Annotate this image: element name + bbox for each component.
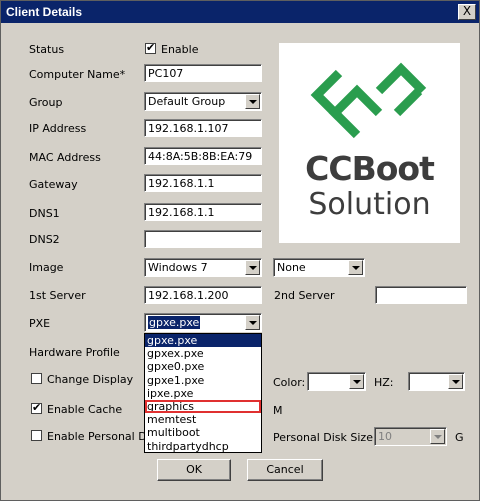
pxe-option[interactable]: memtest (145, 413, 261, 426)
title-bar[interactable]: Client Details X (1, 1, 479, 23)
pxe-option[interactable]: graphics (145, 399, 261, 414)
cache-unit-label: M (273, 404, 283, 417)
chevron-down-icon[interactable] (349, 374, 364, 389)
cancel-button[interactable]: Cancel (247, 459, 323, 481)
computer-name-label: Computer Name* (29, 68, 126, 81)
personal-disk-size-select[interactable]: 10 (374, 427, 447, 446)
ip-address-input[interactable]: 192.168.1.107 (144, 119, 262, 137)
second-server-label: 2nd Server (274, 289, 335, 302)
enable-personal-disk-checkbox[interactable] (31, 430, 42, 441)
personal-disk-unit-label: G (455, 431, 464, 444)
pxe-dropdown-list[interactable]: gpxe.pxe gpxex.pxe gpxe0.pxe gpxe1.pxe ipxe.… (144, 333, 262, 453)
first-server-input[interactable]: 192.168.1.200 (144, 286, 262, 304)
pxe-option[interactable]: gpxe.pxe (145, 334, 261, 348)
dns2-input[interactable] (144, 230, 262, 248)
change-display-label: Change Display (47, 373, 134, 386)
group-label: Group (29, 96, 63, 109)
gateway-input[interactable]: 192.168.1.1 (144, 174, 262, 192)
hz-select[interactable] (408, 372, 465, 391)
close-icon: X (462, 4, 472, 18)
group-select[interactable]: Default Group (144, 92, 262, 111)
pxe-option[interactable]: ipxe.pxe (145, 387, 261, 400)
chevron-down-icon[interactable] (448, 374, 463, 389)
client-details-dialog: Client Details X Status Computer Name* G… (0, 0, 480, 501)
image-label: Image (29, 261, 64, 274)
enable-cache-checkbox[interactable] (31, 401, 42, 414)
status-label: Status (29, 43, 65, 56)
chevron-down-icon[interactable] (245, 260, 260, 275)
mac-address-label: MAC Address (29, 151, 101, 164)
chevron-down-icon[interactable] (430, 429, 445, 444)
chevron-down-icon[interactable] (348, 260, 363, 275)
group-value: Default Group (148, 95, 226, 108)
second-server-input[interactable] (375, 286, 467, 304)
change-display-checkbox[interactable] (31, 373, 42, 384)
image-value: Windows 7 (148, 261, 208, 274)
hardware-profile-label: Hardware Profile (29, 346, 120, 359)
pxe-option[interactable]: multiboot (145, 426, 261, 439)
chevron-down-icon[interactable] (245, 94, 260, 109)
pxe-option[interactable]: gpxe1.pxe (145, 374, 261, 387)
dialog-title: Client Details (6, 5, 83, 19)
hz-label: HZ: (374, 376, 394, 389)
color-label: Color: (273, 376, 306, 389)
image-select[interactable]: Windows 7 (144, 258, 262, 277)
ccboot-logo-mark (310, 62, 427, 139)
mac-address-input[interactable]: 44:8A:5B:8B:EA:79 (144, 147, 262, 165)
pxe-option[interactable]: gpxe0.pxe (145, 360, 261, 373)
ccboot-logo: CCBoot Solution (279, 43, 460, 243)
enable-personal-disk-label: Enable Personal Disk (47, 430, 144, 443)
pxe-select[interactable]: gpxe.pxe (144, 313, 262, 332)
logo-text-solution: Solution (308, 187, 431, 222)
color-select[interactable] (307, 372, 366, 391)
logo-text-ccboot: CCBoot (305, 149, 435, 188)
personal-disk-size-label: Personal Disk Size (273, 431, 373, 444)
status-enable-label: Enable (161, 43, 199, 56)
pxe-option[interactable]: gpxex.pxe (145, 347, 261, 360)
dns1-input[interactable]: 192.168.1.1 (144, 203, 262, 221)
pxe-value: gpxe.pxe (148, 316, 201, 329)
image2-select[interactable]: None (273, 258, 365, 277)
pxe-label: PXE (29, 317, 51, 330)
first-server-label: 1st Server (29, 289, 86, 302)
enable-cache-label: Enable Cache (47, 403, 123, 416)
ip-address-label: IP Address (29, 122, 87, 135)
dns1-label: DNS1 (29, 207, 60, 220)
close-button[interactable]: X (458, 4, 476, 20)
status-enable-checkbox[interactable] (145, 41, 156, 54)
chevron-down-icon[interactable] (245, 315, 260, 330)
image2-value: None (277, 261, 306, 274)
gateway-label: Gateway (29, 178, 78, 191)
computer-name-input[interactable]: PC107 (144, 64, 262, 82)
dns2-label: DNS2 (29, 233, 60, 246)
pxe-option[interactable]: thirdpartydhcp (145, 440, 261, 453)
ok-button[interactable]: OK (157, 459, 231, 481)
personal-disk-size-value: 10 (378, 430, 392, 443)
